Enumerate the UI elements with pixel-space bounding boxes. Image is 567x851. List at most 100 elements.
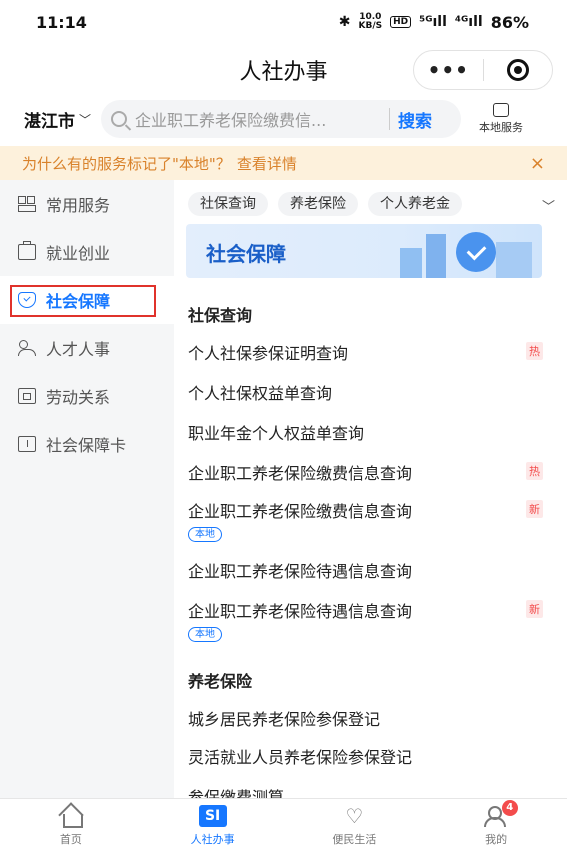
sidebar-item-ss-card[interactable]: 社会保障卡 [0, 420, 174, 468]
tab-home[interactable]: 首页 [0, 799, 142, 851]
service-row[interactable]: 参保缴费测算 [188, 784, 567, 798]
service-label: 个人社保参保证明查询 [188, 344, 349, 363]
search-divider [389, 108, 391, 130]
battery-level: 86% [490, 12, 529, 32]
service-label: 企业职工养老保险待遇信息查询 [188, 562, 413, 581]
chevron-down-icon: ﹀ [79, 112, 92, 127]
service-label: 企业职工养老保险缴费信息查询 [188, 464, 413, 483]
tab-label: 首页 [59, 833, 82, 846]
city-label: 湛江市 [24, 111, 75, 132]
network-speed: 10.0 KB/S [358, 12, 383, 31]
tab-me[interactable]: 4 我的 [425, 799, 567, 851]
service-label: 企业职工养老保险待遇信息查询 [188, 602, 413, 621]
grid-icon [18, 196, 36, 212]
status-bar: 11:14 ✱ 10.0 KB/S HD ⁵ᴳıll ⁴ᴳıll 86% [0, 0, 567, 44]
status-icons: ✱ 10.0 KB/S HD ⁵ᴳıll ⁴ᴳıll 86% [339, 13, 529, 32]
service-label: 企业职工养老保险缴费信息查询 [188, 502, 413, 521]
more-icon[interactable]: ••• [414, 60, 483, 80]
building-illustration [496, 242, 532, 278]
new-badge: 新 [526, 500, 543, 518]
section-title-pension: 养老保险 [188, 672, 253, 691]
title-bar: 人社办事 ••• [0, 44, 567, 94]
card-icon [18, 436, 36, 452]
local-service-label: 本地服务 [479, 121, 524, 134]
service-row[interactable]: 企业职工养老保险缴费信息查询 新 本地 [188, 498, 567, 542]
highlight-box-sidebar [10, 285, 156, 317]
bottom-tab-bar: 首页 SI 人社办事 ♡ 便民生活 4 我的 [0, 798, 567, 851]
notice-banner: 为什么有的服务标记了"本地"？ 查看详情 × [0, 146, 567, 180]
search-row: 湛江市 ﹀ 企业职工养老保险缴费信... 搜索 本地服务 [0, 96, 567, 142]
search-input[interactable]: 企业职工养老保险缴费信... [135, 107, 385, 131]
service-label: 灵活就业人员养老保险参保登记 [188, 748, 413, 767]
service-row[interactable]: 企业职工养老保险缴费信息查询 热 [188, 460, 567, 484]
chevron-down-icon[interactable]: ﹀ [535, 196, 555, 215]
sidebar-item-common-services[interactable]: 常用服务 [0, 180, 174, 228]
person-icon [18, 340, 36, 356]
sidebar-item-talent[interactable]: 人才人事 [0, 324, 174, 372]
service-label: 职业年金个人权益单查询 [188, 424, 365, 443]
category-sidebar: 常用服务 就业创业 社会保障 人才人事 劳动关系 社会保障卡 [0, 180, 174, 798]
new-badge: 新 [526, 600, 543, 618]
building-illustration [426, 234, 446, 278]
briefcase-icon [18, 241, 36, 260]
status-time: 11:14 [36, 12, 87, 32]
bluetooth-icon: ✱ [338, 14, 351, 30]
sidebar-item-label: 人才人事 [46, 340, 111, 359]
local-service-button[interactable]: 本地服务 [473, 103, 529, 135]
service-row[interactable]: 城乡居民养老保险参保登记 [188, 706, 567, 730]
chip-pension[interactable]: 养老保险 [278, 192, 358, 216]
sidebar-item-label: 常用服务 [46, 196, 111, 215]
local-badge: 本地 [188, 627, 222, 642]
sidebar-item-labor-relations[interactable]: 劳动关系 [0, 372, 174, 420]
signal-1-icon: ⁵ᴳıll [419, 14, 447, 30]
service-label: 个人社保权益单查询 [188, 384, 333, 403]
sidebar-item-employment[interactable]: 就业创业 [0, 228, 174, 276]
document-icon [18, 388, 36, 404]
building-illustration [400, 248, 422, 278]
signal-2-icon: ⁴ᴳıll [454, 14, 483, 30]
si-icon: SI [198, 805, 227, 827]
banner-title: 社会保障 [206, 242, 286, 266]
city-selector[interactable]: 湛江市 ﹀ [24, 107, 91, 132]
hot-badge: 热 [526, 342, 543, 360]
service-row[interactable]: 企业职工养老保险待遇信息查询 [188, 558, 567, 582]
service-list-panel: 社保查询 养老保险 个人养老金 ﹀ 社会保障 社保查询 个人社保参保证明查询 热… [174, 180, 567, 798]
section-title-ss-query: 社保查询 [188, 306, 253, 325]
category-banner: 社会保障 [186, 224, 542, 278]
service-row[interactable]: 个人社保权益单查询 [188, 380, 567, 404]
local-service-icon [493, 103, 510, 117]
service-row[interactable]: 个人社保参保证明查询 热 [188, 340, 567, 364]
notification-badge: 4 [501, 800, 518, 816]
service-row[interactable]: 企业职工养老保险待遇信息查询 新 本地 [188, 598, 567, 642]
local-badge: 本地 [188, 527, 222, 542]
search-button[interactable]: 搜索 [398, 107, 432, 132]
hot-badge: 热 [526, 462, 543, 480]
tab-label: 我的 [485, 833, 508, 846]
notice-text: 为什么有的服务标记了"本地"？ [22, 154, 231, 173]
hd-badge: HD [390, 16, 412, 28]
notice-details-link[interactable]: 查看详情 [237, 153, 297, 174]
search-icon [111, 111, 128, 127]
home-icon [59, 805, 83, 828]
shield-icon [456, 232, 496, 272]
heart-icon: ♡ [345, 804, 364, 828]
tab-convenience-life[interactable]: ♡ 便民生活 [284, 799, 426, 851]
service-label: 参保缴费测算 [188, 788, 285, 798]
service-row[interactable]: 职业年金个人权益单查询 [188, 420, 567, 444]
quick-chips: 社保查询 养老保险 个人养老金 ﹀ [188, 192, 567, 218]
chip-ss-query[interactable]: 社保查询 [188, 192, 268, 216]
close-miniprogram-button[interactable] [484, 59, 553, 81]
tab-label: 人社办事 [190, 833, 235, 846]
tab-hr-services[interactable]: SI 人社办事 [142, 799, 284, 851]
search-bar[interactable]: 企业职工养老保险缴费信... 搜索 [101, 100, 462, 138]
sidebar-item-label: 就业创业 [46, 244, 111, 263]
sidebar-item-label: 社会保障卡 [46, 436, 127, 455]
sidebar-item-label: 劳动关系 [46, 388, 111, 407]
service-row[interactable]: 灵活就业人员养老保险参保登记 [188, 744, 567, 768]
record-icon [506, 59, 529, 81]
chip-personal-pension[interactable]: 个人养老金 [368, 192, 462, 216]
service-label: 城乡居民养老保险参保登记 [188, 710, 381, 729]
tab-label: 便民生活 [332, 833, 377, 846]
close-icon[interactable]: × [530, 153, 545, 174]
miniprogram-capsule: ••• [413, 50, 553, 90]
